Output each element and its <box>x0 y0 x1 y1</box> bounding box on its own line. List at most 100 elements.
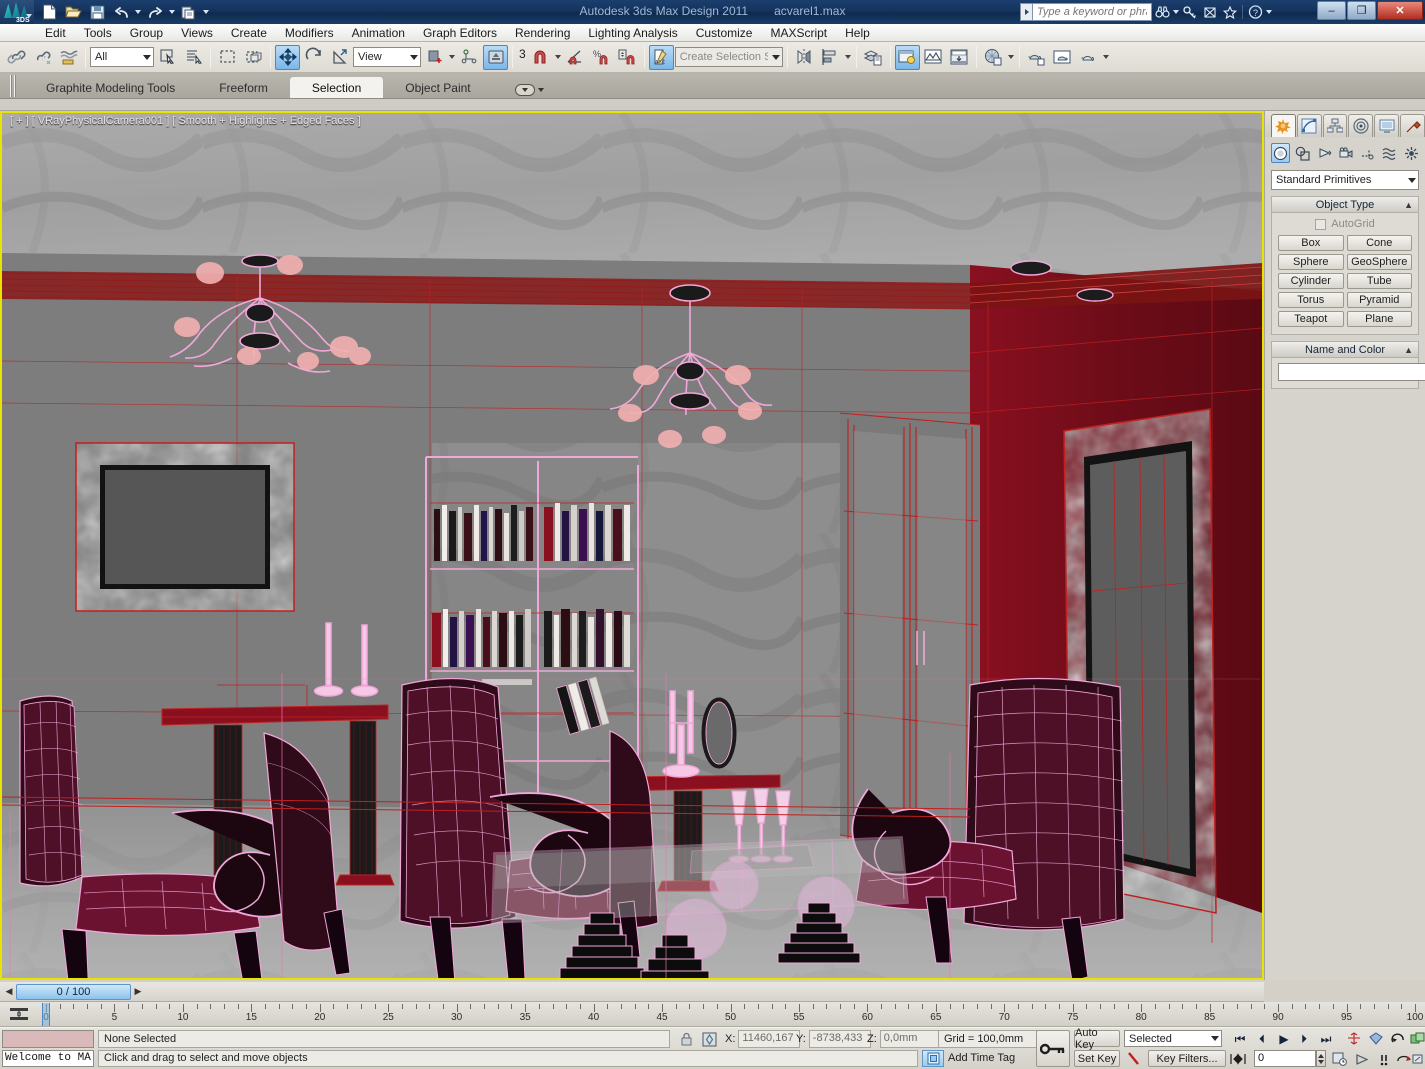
ribbon-drag-handle[interactable] <box>10 75 18 97</box>
frame-ruler[interactable]: 0510152025303540455055606570758085909510… <box>38 1002 1425 1027</box>
undo-dropdown-icon[interactable] <box>134 2 142 22</box>
menu-lighting-analysis[interactable]: Lighting Analysis <box>579 24 686 42</box>
maximize-viewport-toggle-button[interactable] <box>1408 1050 1425 1068</box>
select-and-rotate-icon[interactable] <box>301 45 326 70</box>
selection-filter-combo[interactable]: All <box>90 47 154 67</box>
tab-object-paint[interactable]: Object Paint <box>383 77 492 98</box>
next-frame-button[interactable]: ⏵ <box>1294 1030 1314 1048</box>
autogrid-row[interactable]: AutoGrid <box>1278 218 1412 230</box>
create-cylinder-button[interactable]: Cylinder <box>1278 273 1344 289</box>
tab-selection[interactable]: Selection <box>290 77 383 98</box>
select-object-icon[interactable] <box>155 45 180 70</box>
menu-modifiers[interactable]: Modifiers <box>276 24 343 42</box>
edit-named-selection-sets-icon[interactable]: ABC <box>649 45 674 70</box>
z-coordinate-box[interactable]: Z: 0,0mm <box>867 1030 942 1048</box>
time-slider-handle[interactable]: 0 / 100 <box>16 984 131 1000</box>
hierarchy-tab[interactable] <box>1323 114 1348 137</box>
select-and-manipulate-icon[interactable] <box>457 45 482 70</box>
play-animation-button[interactable]: ▶ <box>1274 1030 1294 1048</box>
tab-freeform[interactable]: Freeform <box>197 77 290 98</box>
select-by-name-icon[interactable] <box>181 45 206 70</box>
geometry-icon[interactable] <box>1271 143 1290 163</box>
select-and-link-icon[interactable] <box>4 45 29 70</box>
menu-maxscript[interactable]: MAXScript <box>761 24 836 42</box>
key-filters-button[interactable]: Key Filters... <box>1148 1050 1226 1067</box>
motion-tab[interactable] <box>1348 114 1373 137</box>
material-editor-dropdown-icon[interactable] <box>1007 47 1015 67</box>
snaps-toggle-3d-icon[interactable] <box>528 45 553 70</box>
angle-snap-toggle-icon[interactable] <box>563 45 588 70</box>
unlink-selection-icon[interactable] <box>30 45 55 70</box>
object-name-input[interactable] <box>1278 363 1425 381</box>
spinner-snap-toggle-icon[interactable] <box>615 45 640 70</box>
menu-animation[interactable]: Animation <box>343 24 414 42</box>
time-configuration-icon[interactable] <box>1330 1050 1350 1068</box>
ribbon-minimize-control[interactable] <box>515 84 544 96</box>
save-file-button[interactable] <box>86 2 108 22</box>
reference-coordinate-system-combo[interactable]: View <box>353 47 421 67</box>
chevron-down-icon[interactable] <box>538 88 544 92</box>
render-production-icon[interactable] <box>947 45 972 70</box>
lights-icon[interactable] <box>1315 143 1334 163</box>
name-and-color-header[interactable]: Name and Color ▲ <box>1272 342 1418 358</box>
systems-icon[interactable] <box>1402 143 1421 163</box>
create-tube-button[interactable]: Tube <box>1347 273 1413 289</box>
autogrid-checkbox[interactable] <box>1315 219 1326 230</box>
subscription-icon[interactable] <box>1200 3 1220 21</box>
snaps-toggle-icon[interactable] <box>483 45 508 70</box>
select-and-move-icon[interactable] <box>275 45 300 70</box>
current-frame-field[interactable]: 0 <box>1254 1050 1316 1067</box>
orbit-camera-button[interactable] <box>1388 1030 1408 1048</box>
menu-create[interactable]: Create <box>222 24 276 42</box>
menu-group[interactable]: Group <box>121 24 172 42</box>
current-frame-marker[interactable] <box>42 1003 50 1026</box>
frame-spinner[interactable] <box>1316 1050 1326 1067</box>
menu-views[interactable]: Views <box>172 24 222 42</box>
favorites-star-icon[interactable] <box>1220 3 1240 21</box>
shapes-icon[interactable] <box>1293 143 1312 163</box>
application-menu-button[interactable]: 3DS <box>0 0 34 24</box>
menu-customize[interactable]: Customize <box>687 24 762 42</box>
new-key-indicator-icon[interactable] <box>1124 1050 1144 1067</box>
previous-frame-button[interactable]: ⏴ <box>1252 1030 1272 1048</box>
quick-render-icon[interactable] <box>1076 45 1101 70</box>
space-warps-icon[interactable] <box>1380 143 1399 163</box>
previous-frame-arrow[interactable]: ◀ <box>4 985 14 999</box>
maximize-button[interactable]: ❐ <box>1347 1 1376 20</box>
use-center-flyout-icon[interactable] <box>422 45 447 70</box>
create-pyramid-button[interactable]: Pyramid <box>1347 292 1413 308</box>
material-editor-icon[interactable] <box>981 45 1006 70</box>
tab-graphite-modeling-tools[interactable]: Graphite Modeling Tools <box>24 77 197 98</box>
create-tab[interactable] <box>1271 114 1296 137</box>
minimize-button[interactable]: – <box>1317 1 1346 20</box>
open-mini-curve-editor-icon[interactable] <box>6 1005 32 1023</box>
create-cone-button[interactable]: Cone <box>1347 235 1413 251</box>
x-coordinate-value[interactable]: 11460,167 <box>738 1030 800 1048</box>
set-key-button[interactable]: Set Key <box>1074 1050 1120 1067</box>
primitive-category-combo[interactable]: Standard Primitives <box>1271 170 1419 190</box>
snaps-dropdown-icon[interactable] <box>554 47 562 67</box>
viewport-scene[interactable] <box>2 113 1262 978</box>
zoom-extents-button[interactable] <box>1344 1030 1364 1048</box>
set-key-mode-button[interactable] <box>1036 1030 1070 1067</box>
create-geosphere-button[interactable]: GeoSphere <box>1347 254 1413 270</box>
object-type-header[interactable]: Object Type ▲ <box>1272 197 1418 213</box>
create-torus-button[interactable]: Torus <box>1278 292 1344 308</box>
pan-view-button[interactable] <box>1352 1050 1372 1068</box>
ribbon-collapse-icon[interactable] <box>515 84 535 96</box>
menu-rendering[interactable]: Rendering <box>506 24 579 42</box>
render-in-frame-window-icon[interactable] <box>1050 45 1075 70</box>
rectangular-selection-region-icon[interactable] <box>215 45 240 70</box>
select-and-uniform-scale-icon[interactable] <box>327 45 352 70</box>
y-coordinate-value[interactable]: -8738,433 <box>809 1030 871 1048</box>
percent-snap-toggle-icon[interactable]: % <box>589 45 614 70</box>
search-expand-icon[interactable] <box>1020 3 1032 21</box>
maximize-viewport-button[interactable] <box>1408 1030 1425 1048</box>
bind-to-space-warp-icon[interactable] <box>56 45 81 70</box>
set-project-folder-button[interactable] <box>178 2 200 22</box>
close-button[interactable]: ✕ <box>1377 1 1423 20</box>
field-of-view-button[interactable] <box>1366 1030 1386 1048</box>
use-center-dropdown-icon[interactable] <box>448 47 456 67</box>
binoculars-icon[interactable] <box>1152 3 1172 21</box>
cameras-icon[interactable] <box>1337 143 1356 163</box>
